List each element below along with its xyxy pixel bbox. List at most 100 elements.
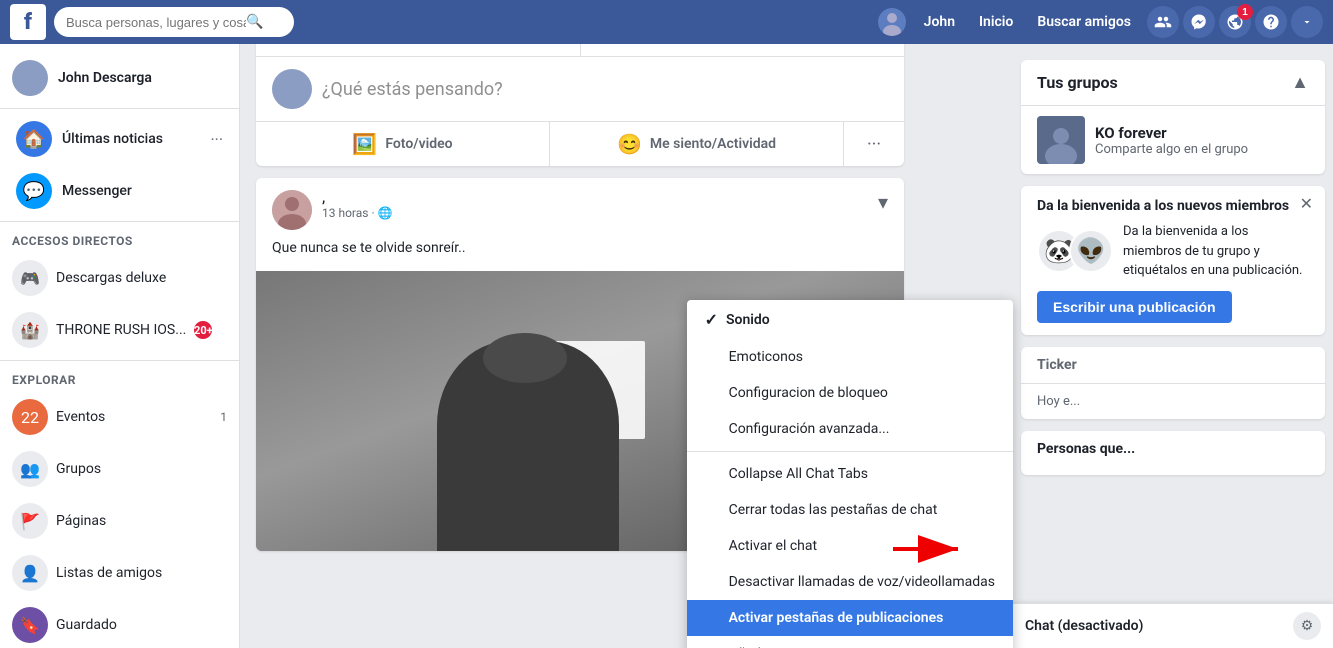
sidebar-item-paginas[interactable]: 🚩 Páginas — [0, 495, 239, 547]
dropdown-cerrar-todas[interactable]: Cerrar todas las pestañas de chat — [687, 492, 1013, 528]
sidebar-divider-1 — [0, 108, 239, 109]
chat-bar-label: Chat (desactivado) — [1025, 618, 1293, 634]
dropdown-activar-pestanas-label: Activar pestañas de publicaciones — [729, 610, 944, 626]
sidebar-item-grupos[interactable]: 👥 Grupos — [0, 443, 239, 495]
chat-bar: Chat (desactivado) ⚙ — [1013, 603, 1333, 648]
paginas-icon: 🚩 — [12, 503, 48, 539]
welcome-banner: ✕ Da la bienvenida a los nuevos miembros… — [1021, 186, 1325, 335]
dropdown-activar-chat-label: Activar el chat — [729, 538, 818, 554]
sidebar-item-eventos[interactable]: 22 Eventos 1 — [0, 391, 239, 443]
nav-buscar-amigos[interactable]: Buscar amigos — [1031, 10, 1137, 34]
people-widget: Personas que... — [1021, 431, 1325, 475]
me-siento-btn[interactable]: 😊 Me siento/Actividad — [549, 122, 844, 166]
left-sidebar: John Descarga 🏠 Últimas noticias ··· 💬 M… — [0, 44, 240, 648]
dropdown-avanzada-label: Configuración avanzada... — [729, 421, 890, 437]
dropdown-activar-pestanas[interactable]: Activar pestañas de publicaciones — [687, 600, 1013, 636]
group-name: KO forever — [1095, 124, 1248, 142]
search-bar[interactable]: 🔍 — [54, 7, 294, 37]
group-avatar — [1037, 116, 1085, 164]
me-siento-label: Me siento/Actividad — [650, 136, 776, 152]
sidebar-item-guardado[interactable]: 🔖 Guardado — [0, 599, 239, 648]
guardado-label: Guardado — [56, 617, 117, 633]
sidebar-item-messenger[interactable]: 💬 Messenger — [4, 165, 235, 217]
nav-inicio[interactable]: Inicio — [973, 10, 1019, 34]
welcome-body: 🐼 👽 Da la bienvenida a los miembros de t… — [1037, 222, 1309, 281]
globe-icon-btn[interactable]: 1 — [1219, 6, 1251, 38]
dropdown-bloqueo[interactable]: Configuracion de bloqueo — [687, 375, 1013, 411]
navbar: f 🔍 John Inicio Buscar amigos 1 — [0, 0, 1333, 44]
welcome-btn[interactable]: Escribir una publicación — [1037, 291, 1232, 323]
eventos-label: Eventos — [56, 409, 105, 425]
facebook-logo: f — [10, 4, 46, 40]
sidebar-item-listas[interactable]: 👤 Listas de amigos — [0, 547, 239, 599]
sidebar-item-noticias[interactable]: 🏠 Últimas noticias ··· — [4, 113, 235, 165]
news-post-time: 13 horas · 🌐 — [322, 206, 868, 220]
sidebar-divider-2 — [0, 221, 239, 222]
groups-widget: Tus grupos ▲ KO forever Comparte algo en… — [1021, 60, 1325, 174]
messenger-icon-btn[interactable] — [1183, 6, 1215, 38]
eventos-icon: 22 — [12, 399, 48, 435]
welcome-icon-2: 👽 — [1069, 229, 1113, 273]
post-avatar — [272, 69, 312, 109]
messenger-label: Messenger — [62, 183, 223, 199]
dropdown-anadir-amigos[interactable]: Añadir a mis amigos — [687, 636, 1013, 648]
dropdown-cerrar-todas-label: Cerrar todas las pestañas de chat — [729, 502, 938, 518]
dropdown-collapse-all[interactable]: Collapse All Chat Tabs — [687, 456, 1013, 492]
groups-widget-header: Tus grupos ▲ — [1021, 60, 1325, 106]
sidebar-user-avatar — [12, 60, 48, 96]
welcome-title: Da la bienvenida a los nuevos miembros — [1037, 198, 1309, 214]
chat-gear-btn[interactable]: ⚙ — [1293, 612, 1321, 640]
sidebar-item-descargas[interactable]: 🎮 Descargas deluxe — [0, 252, 239, 304]
groups-title: Tus grupos — [1037, 73, 1291, 92]
sidebar-user[interactable]: John Descarga — [0, 52, 239, 104]
explorar-title: EXPLORAR — [0, 365, 239, 391]
messenger-icon: 💬 — [16, 173, 52, 209]
ticker-header: Ticker — [1021, 347, 1325, 384]
dropdown-bloqueo-label: Configuracion de bloqueo — [729, 385, 888, 401]
foto-icon: 🖼️ — [352, 132, 377, 156]
dropdown-divider — [687, 451, 1013, 452]
news-post-meta: , 13 horas · 🌐 — [322, 190, 868, 220]
me-siento-icon: 😊 — [617, 132, 642, 156]
dropdown-desactivar-voz[interactable]: Desactivar llamadas de voz/videollamadas — [687, 564, 1013, 600]
descargas-icon: 🎮 — [12, 260, 48, 296]
accesos-title: ACCESOS DIRECTOS — [0, 226, 239, 252]
more-actions-btn[interactable]: ··· — [844, 122, 904, 166]
group-item[interactable]: KO forever Comparte algo en el grupo — [1021, 106, 1325, 174]
dropdown-emoticonos-label: Emoticonos — [729, 349, 803, 365]
foto-video-btn[interactable]: 🖼️ Foto/video — [256, 122, 549, 166]
dropdown-arrow-btn[interactable] — [1291, 6, 1323, 38]
dropdown-collapse-all-label: Collapse All Chat Tabs — [729, 466, 868, 482]
search-input[interactable] — [66, 15, 246, 30]
help-icon-btn[interactable] — [1255, 6, 1287, 38]
guardado-icon: 🔖 — [12, 607, 48, 643]
news-post-author: , — [322, 190, 868, 206]
sidebar-divider-3 — [0, 360, 239, 361]
group-sub: Comparte algo en el grupo — [1095, 142, 1248, 157]
welcome-close-btn[interactable]: ✕ — [1300, 194, 1313, 213]
dropdown-emoticonos[interactable]: Emoticonos — [687, 339, 1013, 375]
friends-icon-btn[interactable] — [1147, 6, 1179, 38]
check-icon: ✓ — [705, 310, 718, 329]
red-arrow — [893, 534, 973, 568]
nav-user-name[interactable]: John — [918, 10, 961, 34]
right-sidebar: Tus grupos ▲ KO forever Comparte algo en… — [1013, 44, 1333, 648]
foto-label: Foto/video — [385, 136, 452, 152]
chat-options-dropdown: ✓ Sonido Emoticonos Configuracion de blo… — [687, 300, 1013, 648]
paginas-label: Páginas — [56, 513, 106, 529]
post-input-placeholder[interactable]: ¿Qué estás pensando? — [322, 79, 888, 100]
news-post-options-btn[interactable]: ▾ — [878, 190, 888, 214]
noticias-dots[interactable]: ··· — [210, 130, 223, 149]
welcome-text: Da la bienvenida a los miembros de tu gr… — [1123, 222, 1309, 281]
news-post-avatar — [272, 190, 312, 230]
people-title: Personas que... — [1037, 441, 1309, 457]
dropdown-avanzada[interactable]: Configuración avanzada... — [687, 411, 1013, 447]
sidebar-item-throne[interactable]: 🏰 THRONE RUSH IOS... 20+ — [0, 304, 239, 356]
search-icon: 🔍 — [246, 14, 263, 30]
welcome-icons: 🐼 👽 — [1037, 222, 1113, 281]
noticias-icon: 🏠 — [16, 121, 52, 157]
groups-collapse-btn[interactable]: ▲ — [1291, 72, 1309, 93]
dropdown-sonido[interactable]: ✓ Sonido — [687, 300, 1013, 339]
avatar — [878, 8, 906, 36]
listas-icon: 👤 — [12, 555, 48, 591]
